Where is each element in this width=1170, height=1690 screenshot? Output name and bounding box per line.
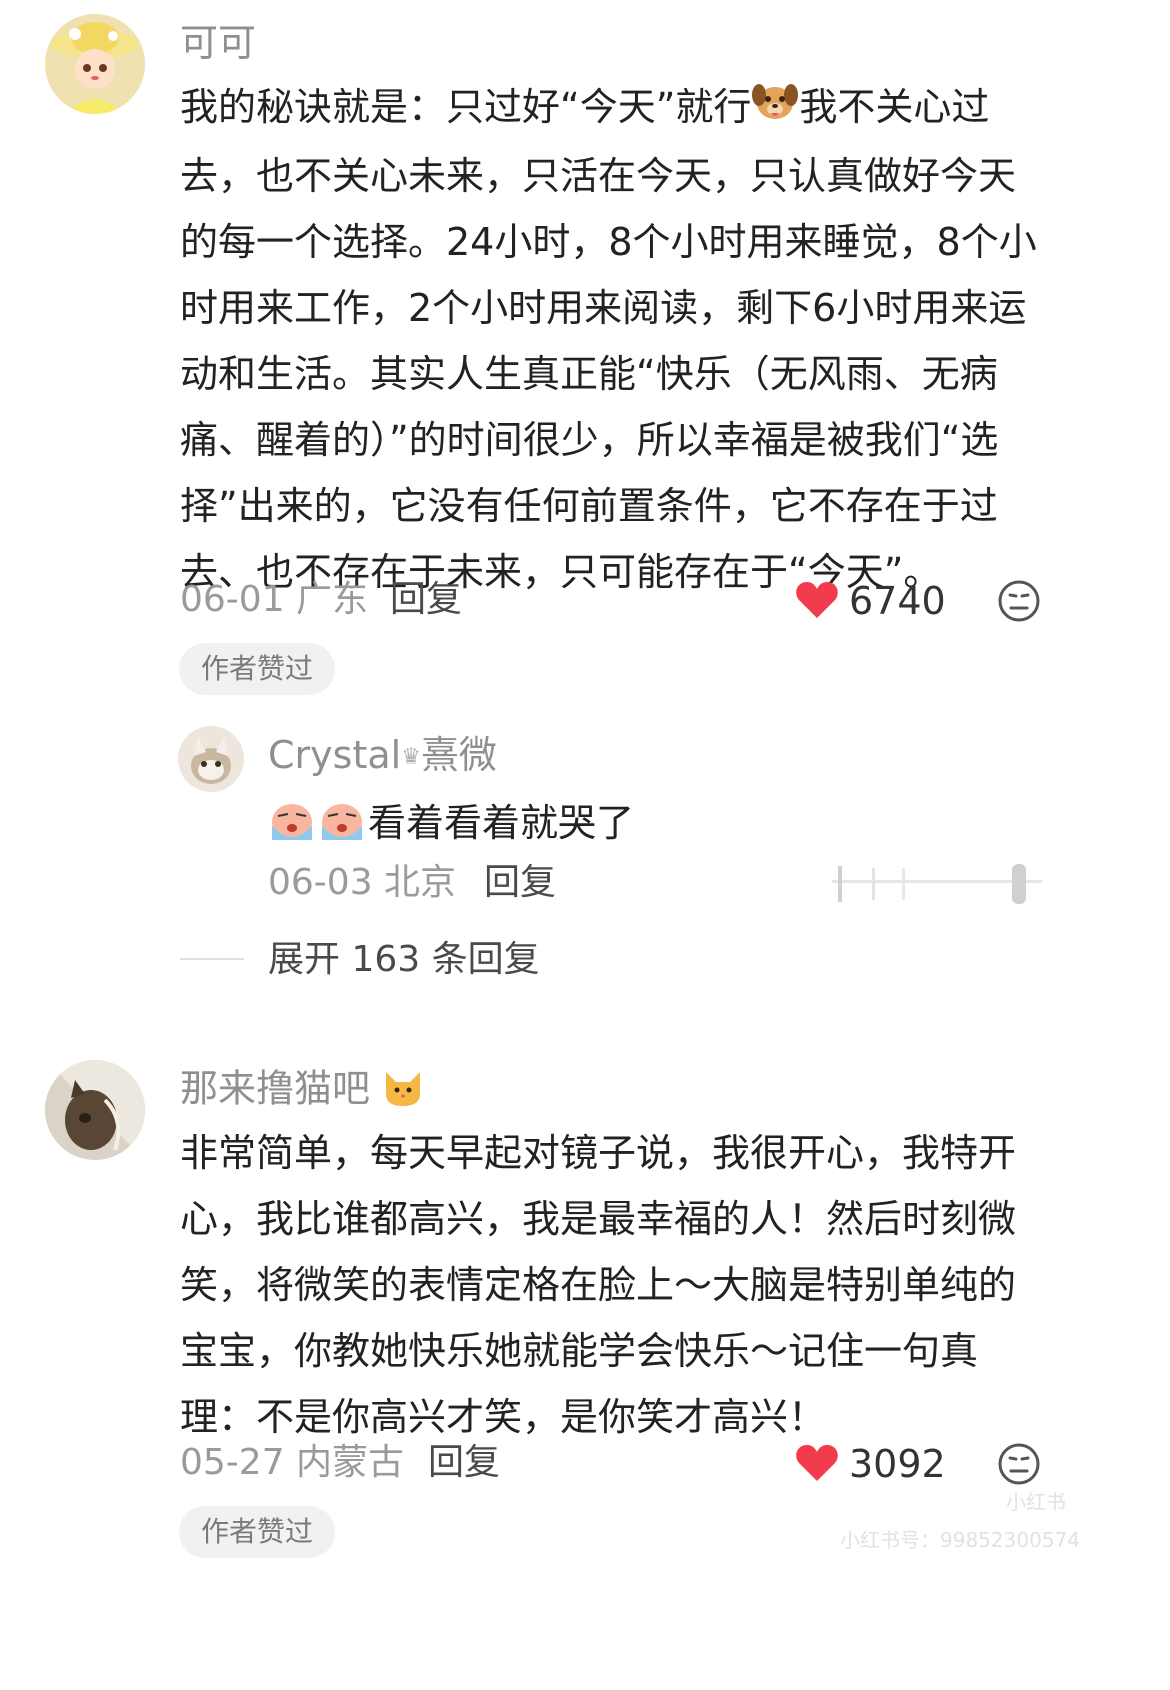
reply-username[interactable]: Crystal♛熹微 — [268, 736, 497, 774]
avatar-cat-photo-image — [45, 1060, 145, 1160]
avatar-doll-image — [45, 14, 145, 114]
comment-date-location: 05-27 内蒙古 — [180, 1442, 405, 1483]
comment-text: 我的秘诀就是：只过好“今天”就行 — [180, 85, 752, 129]
heart-icon — [795, 1443, 839, 1487]
reply-avatar[interactable] — [178, 726, 244, 792]
comment-body: 我的秘诀就是：只过好“今天”就行 我不关心过去，也不关心未来，只活在今天，只认真做… — [180, 74, 1040, 605]
comment-username-text: 那来撸猫吧 — [180, 1066, 371, 1111]
comment-username[interactable]: 那来撸猫吧 — [180, 1068, 424, 1114]
reply-text: 看着看着就哭了 — [368, 801, 635, 845]
watermark-brand: 小红书 — [1006, 1490, 1066, 1514]
comment-username[interactable]: 可可 — [180, 24, 256, 62]
neutral-face-icon[interactable] — [997, 579, 1041, 623]
reply-date-location: 06-03 北京 — [268, 862, 457, 903]
crying-face-emoji — [268, 796, 368, 850]
avatar-cat-image — [178, 726, 244, 792]
like-button[interactable]: 6740 — [795, 578, 946, 624]
expand-replies-button[interactable]: 展开 163 条回复 — [268, 942, 540, 978]
like-count: 6740 — [849, 579, 946, 623]
like-count: 3092 — [849, 1442, 946, 1486]
reply-username-text: Crystal — [268, 733, 402, 777]
reply-body: 看着看着就哭了 — [268, 790, 634, 846]
comment-text-continued: 我不关心过去，也不关心未来，只活在今天，只认真做好今天的每一个选择。24小时，8… — [180, 85, 1037, 594]
reply-button[interactable]: 回复 — [484, 865, 556, 901]
dog-face-emoji — [751, 77, 799, 143]
like-button[interactable]: 3092 — [795, 1441, 946, 1487]
heart-icon — [795, 580, 839, 624]
watermark-id: 小红书号：9985230057​4 — [840, 1528, 1080, 1552]
reply-username-suffix: 熹微 — [420, 733, 497, 777]
crown-icon: ♛ — [401, 744, 421, 770]
author-liked-badge: 作者赞过 — [179, 1506, 336, 1558]
reply-button[interactable]: 回复 — [390, 582, 462, 618]
comment-date-location: 06-01 广东 — [180, 579, 369, 620]
comment-body: 非常简单，每天早起对镜子说，我很开心，我特开心，我比谁都高兴，我是最幸福的人！然… — [180, 1131, 1017, 1439]
avatar[interactable] — [45, 14, 145, 114]
avatar[interactable] — [45, 1060, 145, 1160]
reply-button[interactable]: 回复 — [428, 1445, 500, 1481]
expand-divider — [180, 958, 244, 960]
neutral-face-icon[interactable] — [997, 1442, 1041, 1486]
blurred-artifact — [812, 860, 1042, 906]
cat-face-emoji — [382, 1068, 424, 1114]
author-liked-badge: 作者赞过 — [179, 643, 336, 695]
